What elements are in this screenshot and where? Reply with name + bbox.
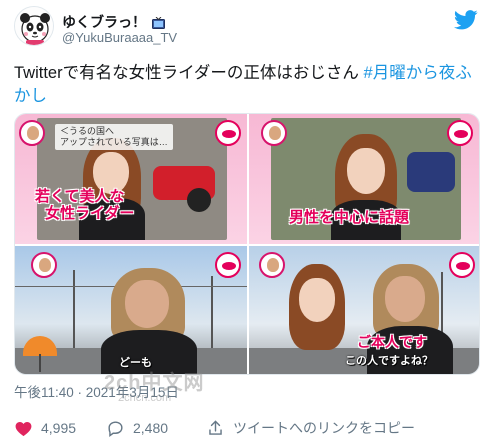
lips-logo-icon — [215, 252, 241, 278]
tweet-media-grid[interactable]: ＜うるの国へ アップされている写真は… 若くて美人な 女性ライダー 男性を中心に… — [14, 113, 480, 375]
media-panel-2[interactable]: 男性を中心に話題 — [249, 114, 479, 244]
lips-logo-icon — [449, 252, 475, 278]
host-face-icon — [31, 252, 57, 278]
reply-bubble-icon — [108, 420, 123, 437]
caption-line-1: 若くて美人な — [35, 188, 125, 205]
reply-button[interactable]: 2,480 — [106, 417, 168, 439]
woman-face — [347, 148, 385, 194]
tweet-card: ゆくブラっ！ @YukuBuraaaa_TV Twitterで有名な女性ライダー… — [0, 0, 492, 445]
panda-avatar-icon — [15, 7, 53, 45]
display-name-text: ゆくブラっ！ — [62, 14, 146, 30]
tweet-body: Twitterで有名な女性ライダーの正体はおじさん — [14, 64, 364, 82]
woman-photo-face — [299, 278, 335, 322]
lips-logo-icon — [447, 120, 473, 146]
caption-the-person: ご本人です — [357, 334, 427, 350]
utility-pole — [211, 276, 213, 350]
display-name[interactable]: ゆくブラっ！ — [62, 12, 165, 32]
heart-icon — [15, 421, 32, 436]
watermark: 2ch中文网 — [104, 372, 205, 394]
watermark-url: 2chcn.com — [118, 392, 172, 404]
man-face — [385, 276, 425, 322]
share-link-icon — [209, 419, 222, 435]
man-face — [125, 280, 169, 328]
utility-pole — [73, 270, 75, 350]
twitter-bird-icon[interactable] — [454, 9, 478, 31]
bike-wheel — [187, 188, 211, 212]
caption-popular: 男性を中心に話題 — [289, 209, 410, 226]
media-panel-3[interactable]: どーも — [15, 246, 247, 374]
host-face-icon — [19, 120, 45, 146]
umbrella-graphic — [23, 336, 57, 372]
copy-link-button[interactable]: ツイートへのリンクをコピー — [206, 417, 415, 439]
tweet-text: Twitterで有名な女性ライダーの正体はおじさん #月曜から夜ふかし — [14, 62, 482, 108]
user-handle[interactable]: @YukuBuraaaa_TV — [62, 30, 177, 45]
like-button[interactable]: 4,995 — [14, 417, 76, 439]
lips-logo-icon — [215, 120, 241, 146]
host-face-icon — [261, 120, 287, 146]
caption-is-this-you: この人ですよね？ — [345, 355, 433, 367]
media-panel-1[interactable]: ＜うるの国へ アップされている写真は… 若くて美人な 女性ライダー — [15, 114, 247, 244]
like-count: 4,995 — [41, 420, 77, 436]
media-panel-4[interactable]: ご本人です この人ですよね？ — [249, 246, 479, 374]
motorcycle — [407, 152, 455, 192]
caption-line-2: 女性ライダー — [45, 205, 135, 222]
copy-link-label: ツイートへのリンクをコピー — [233, 420, 415, 436]
host-face-icon — [259, 252, 285, 278]
caption-young-beauty: 若くて美人な 女性ライダー — [35, 188, 155, 222]
tv-icon — [151, 17, 165, 29]
caption-box: ＜うるの国へ アップされている写真は… — [55, 124, 173, 150]
reply-count: 2,480 — [133, 420, 169, 436]
tweet-actions: 4,995 2,480 ツイートへのリンクをコピー — [14, 417, 484, 439]
avatar[interactable] — [14, 6, 54, 46]
